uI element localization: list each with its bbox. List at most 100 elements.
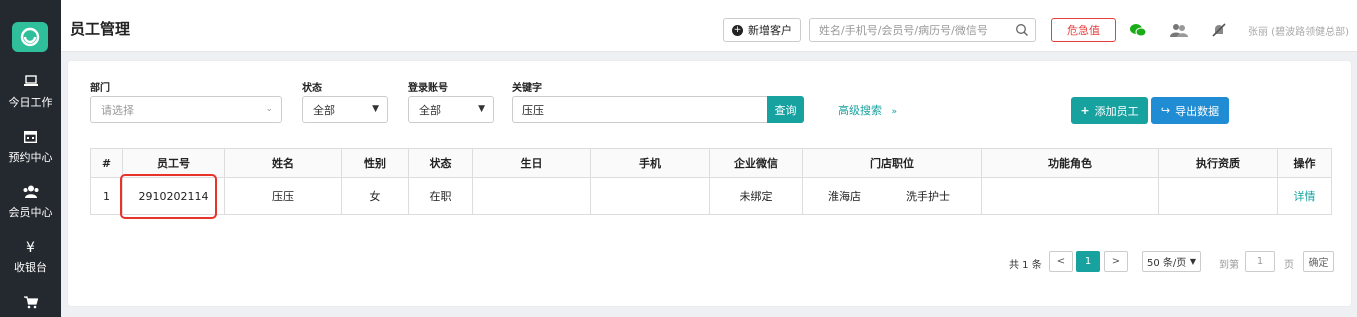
keyword-input-value: 压压 bbox=[522, 103, 544, 117]
cart-icon bbox=[0, 296, 61, 312]
column-header: # bbox=[90, 148, 123, 178]
column-header[interactable]: 生日 bbox=[472, 148, 591, 178]
sidebar-item-members[interactable]: 会员中心 bbox=[0, 185, 61, 220]
employee-table: # 员工号 姓名 性别 状态 生日 手机 企业微信 门店职位 功能角色 执行资质… bbox=[90, 148, 1332, 215]
employee-gender: 女 bbox=[341, 177, 409, 215]
account-select-value: 全部 bbox=[419, 103, 441, 117]
employee-birthday bbox=[472, 177, 591, 215]
store-name: 淮海店 bbox=[828, 190, 861, 203]
top-bar: 员工管理 + 新增客户 危急值 张丽 (碧波路领健总部) bbox=[61, 0, 1357, 52]
status-select-value: 全部 bbox=[313, 103, 335, 117]
total-count: 共 1 条 bbox=[1009, 260, 1042, 271]
column-header[interactable]: 姓名 bbox=[224, 148, 342, 178]
sidebar-item-today[interactable]: 今日工作 bbox=[0, 75, 61, 110]
goto-confirm-label: 确定 bbox=[1308, 258, 1329, 269]
search-icon[interactable] bbox=[1015, 23, 1029, 37]
global-search bbox=[809, 18, 1036, 42]
table-row[interactable]: 1 2910202114 压压 女 在职 未绑定 淮海店 洗手护士 详情 bbox=[90, 177, 1332, 215]
sidebar: 今日工作 预约中心 会员中心 ¥ 收银台 bbox=[0, 0, 61, 317]
sidebar-item-cart[interactable] bbox=[0, 296, 61, 312]
chevron-down-icon: ▼ bbox=[372, 104, 379, 114]
wechat-icon[interactable] bbox=[1126, 18, 1150, 42]
plus-icon: + bbox=[1080, 104, 1090, 117]
new-customer-label: 新增客户 bbox=[748, 24, 792, 37]
critical-value-label: 危急值 bbox=[1067, 24, 1100, 37]
employee-id: 2910202114 bbox=[122, 177, 225, 215]
goto-label: 到第 bbox=[1219, 260, 1239, 271]
export-data-label: 导出数据 bbox=[1175, 104, 1220, 118]
dept-select-placeholder: 请选择 bbox=[101, 103, 134, 117]
employee-status: 在职 bbox=[408, 177, 473, 215]
details-link[interactable]: 详情 bbox=[1277, 177, 1332, 215]
column-header[interactable]: 状态 bbox=[408, 148, 473, 178]
members-icon bbox=[0, 185, 61, 201]
next-page-button[interactable]: > bbox=[1104, 251, 1128, 272]
plus-circle-icon: + bbox=[732, 24, 743, 36]
dept-filter-label: 部门 bbox=[90, 83, 110, 94]
row-number: 1 bbox=[90, 177, 123, 215]
column-header: 操作 bbox=[1277, 148, 1332, 178]
dept-select[interactable]: 请选择 ⌄ bbox=[90, 96, 282, 123]
column-header[interactable]: 企业微信 bbox=[709, 148, 803, 178]
column-header[interactable]: 性别 bbox=[341, 148, 409, 178]
keyword-input[interactable]: 压压 bbox=[512, 96, 767, 123]
sidebar-item-label: 预约中心 bbox=[8, 151, 53, 164]
employee-qualification bbox=[1158, 177, 1278, 215]
page-1-button[interactable]: 1 bbox=[1076, 251, 1100, 272]
double-chevron-down-icon: » bbox=[891, 107, 898, 117]
employee-role bbox=[981, 177, 1159, 215]
query-button[interactable]: 查询 bbox=[767, 96, 804, 123]
sidebar-item-appointments[interactable]: 预约中心 bbox=[0, 130, 61, 165]
brand-logo-icon[interactable] bbox=[12, 22, 48, 52]
status-select[interactable]: 全部 ▼ bbox=[302, 96, 388, 123]
current-page-label: 1 bbox=[1084, 256, 1092, 267]
share-icon: ↪ bbox=[1160, 104, 1171, 117]
column-header[interactable]: 门店职位 bbox=[802, 148, 982, 178]
goto-confirm-button[interactable]: 确定 bbox=[1303, 251, 1334, 272]
calendar-icon bbox=[0, 130, 61, 146]
column-header[interactable]: 功能角色 bbox=[981, 148, 1159, 178]
global-search-input[interactable] bbox=[810, 19, 1000, 41]
laptop-icon bbox=[0, 75, 61, 91]
yen-icon: ¥ bbox=[26, 240, 35, 256]
sidebar-item-label: 会员中心 bbox=[8, 206, 53, 219]
sidebar-item-cashier[interactable]: ¥ 收银台 bbox=[0, 240, 61, 275]
page-size-select[interactable]: 50 条/页 ▼ bbox=[1142, 251, 1201, 272]
new-customer-button[interactable]: + 新增客户 bbox=[723, 18, 801, 42]
add-employee-label: 添加员工 bbox=[1094, 104, 1139, 118]
goto-page-input[interactable]: 1 bbox=[1245, 251, 1275, 272]
user-name[interactable]: 张丽 (碧波路领健总部) bbox=[1248, 23, 1349, 38]
add-employee-button[interactable]: + 添加员工 bbox=[1071, 97, 1148, 124]
column-header[interactable]: 员工号 bbox=[122, 148, 225, 178]
chevron-down-icon: ⌄ bbox=[265, 104, 273, 114]
query-button-label: 查询 bbox=[774, 103, 797, 117]
chevron-down-icon: ▼ bbox=[1189, 257, 1196, 266]
group-icon[interactable] bbox=[1167, 18, 1191, 42]
export-data-button[interactable]: ↪ 导出数据 bbox=[1151, 97, 1229, 124]
prev-page-label: < bbox=[1056, 256, 1066, 267]
table-header-row: # 员工号 姓名 性别 状态 生日 手机 企业微信 门店职位 功能角色 执行资质… bbox=[90, 148, 1332, 178]
column-header[interactable]: 手机 bbox=[590, 148, 710, 178]
employee-phone bbox=[590, 177, 710, 215]
chevron-down-icon: ▼ bbox=[478, 104, 485, 114]
critical-value-button[interactable]: 危急值 bbox=[1051, 18, 1116, 42]
employee-wecom: 未绑定 bbox=[709, 177, 803, 215]
employee-store-position: 淮海店 洗手护士 bbox=[802, 177, 982, 215]
mute-notifications-icon[interactable] bbox=[1207, 18, 1231, 42]
page-title: 员工管理 bbox=[70, 20, 131, 38]
advanced-search-link[interactable]: 高级搜索 » bbox=[838, 102, 897, 118]
sidebar-item-label: 收银台 bbox=[14, 261, 47, 274]
goto-page-value: 1 bbox=[1256, 256, 1264, 267]
sidebar-item-label: 今日工作 bbox=[8, 96, 53, 109]
prev-page-button[interactable]: < bbox=[1049, 251, 1073, 272]
position-name: 洗手护士 bbox=[906, 190, 950, 203]
keyword-filter-label: 关键字 bbox=[512, 83, 542, 94]
next-page-label: > bbox=[1111, 256, 1121, 267]
main-panel: 部门 请选择 ⌄ 状态 全部 ▼ 登录账号 全部 ▼ 关键字 压压 查询 高级搜… bbox=[68, 61, 1351, 306]
column-header[interactable]: 执行资质 bbox=[1158, 148, 1278, 178]
page-unit-label: 页 bbox=[1284, 260, 1294, 271]
page-size-value: 50 条/页 bbox=[1147, 258, 1187, 269]
account-select[interactable]: 全部 ▼ bbox=[408, 96, 494, 123]
advanced-search-label: 高级搜索 bbox=[838, 104, 882, 117]
employee-name: 压压 bbox=[224, 177, 342, 215]
